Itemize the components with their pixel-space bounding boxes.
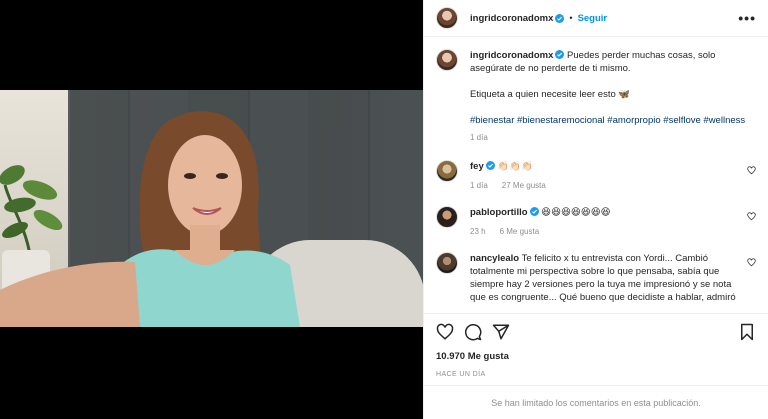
comment-time[interactable]: 23 h	[470, 225, 486, 238]
comment-username[interactable]: nancylealo	[470, 253, 519, 264]
post-side-panel: ingridcoronadomx • Seguir ••• ingridcoro…	[423, 0, 768, 419]
comment-like-icon[interactable]	[747, 166, 756, 175]
more-options-icon[interactable]: •••	[738, 11, 756, 25]
verified-icon	[555, 13, 565, 23]
comment-like-icon[interactable]	[747, 212, 756, 221]
caption-avatar[interactable]	[436, 49, 458, 71]
comment-likes[interactable]: 6 Me gusta	[500, 225, 540, 238]
bookmark-icon[interactable]	[738, 323, 756, 341]
comment-time[interactable]: 1 día	[470, 179, 488, 192]
instagram-post: ingridcoronadomx • Seguir ••• ingridcoro…	[0, 0, 768, 419]
comment-item: fey 👏🏻👏🏻👏🏻 1 día 27 Me gusta	[436, 160, 756, 192]
comment-item: pabloportillo 😆😆😆😆😆😆😆 23 h 6 Me gusta	[436, 206, 756, 238]
caption-text-line3: Etiqueta a quien necesite leer esto 🦋	[470, 89, 631, 100]
comment-icon[interactable]	[464, 323, 482, 341]
post-photo[interactable]	[0, 90, 423, 327]
likes-count[interactable]: 10.970 Me gusta	[424, 349, 768, 365]
heart-icon[interactable]	[436, 323, 454, 341]
caption-text-line1: Puedes perder muchas cosas, solo	[567, 50, 716, 61]
action-bar	[424, 313, 768, 349]
caption: ingridcoronadomx Puedes perder muchas co…	[436, 49, 756, 144]
caption-hashtags[interactable]: #bienestar #bienestaremocional #amorprop…	[470, 114, 756, 127]
comment-text: 😆😆😆😆😆😆😆	[541, 207, 611, 218]
follow-button[interactable]: Seguir	[578, 13, 608, 24]
post-timestamp[interactable]: HACE UN DÍA	[424, 365, 768, 385]
comment-username[interactable]: pabloportillo	[470, 207, 528, 218]
separator-dot: •	[569, 13, 573, 23]
comment-likes[interactable]: 27 Me gusta	[502, 179, 546, 192]
verified-icon	[555, 50, 565, 59]
comment-username[interactable]: fey	[470, 161, 484, 172]
comments-section[interactable]: ingridcoronadomx Puedes perder muchas co…	[424, 37, 768, 313]
caption-time[interactable]: 1 día	[470, 131, 488, 144]
comment-avatar[interactable]	[436, 206, 458, 228]
share-icon[interactable]	[492, 323, 510, 341]
avatar[interactable]	[436, 7, 458, 29]
header-username[interactable]: ingridcoronadomx	[470, 13, 553, 24]
comment-avatar[interactable]	[436, 252, 458, 274]
comment-like-icon[interactable]	[747, 258, 756, 267]
post-header: ingridcoronadomx • Seguir •••	[424, 0, 768, 37]
caption-username[interactable]: ingridcoronadomx	[470, 50, 553, 61]
comment-text: 👏🏻👏🏻👏🏻	[497, 161, 533, 172]
verified-icon	[485, 161, 495, 170]
comments-limited-notice: Se han limitado los comentarios en esta …	[424, 385, 768, 419]
caption-text-line2: asegúrate de no perderte de ti mismo.	[470, 63, 631, 74]
post-media[interactable]	[0, 0, 423, 419]
verified-icon	[529, 207, 539, 216]
comment-item: nancylealo Te felicito x tu entrevista c…	[436, 252, 756, 304]
person-selfie	[0, 111, 300, 327]
comment-avatar[interactable]	[436, 160, 458, 182]
